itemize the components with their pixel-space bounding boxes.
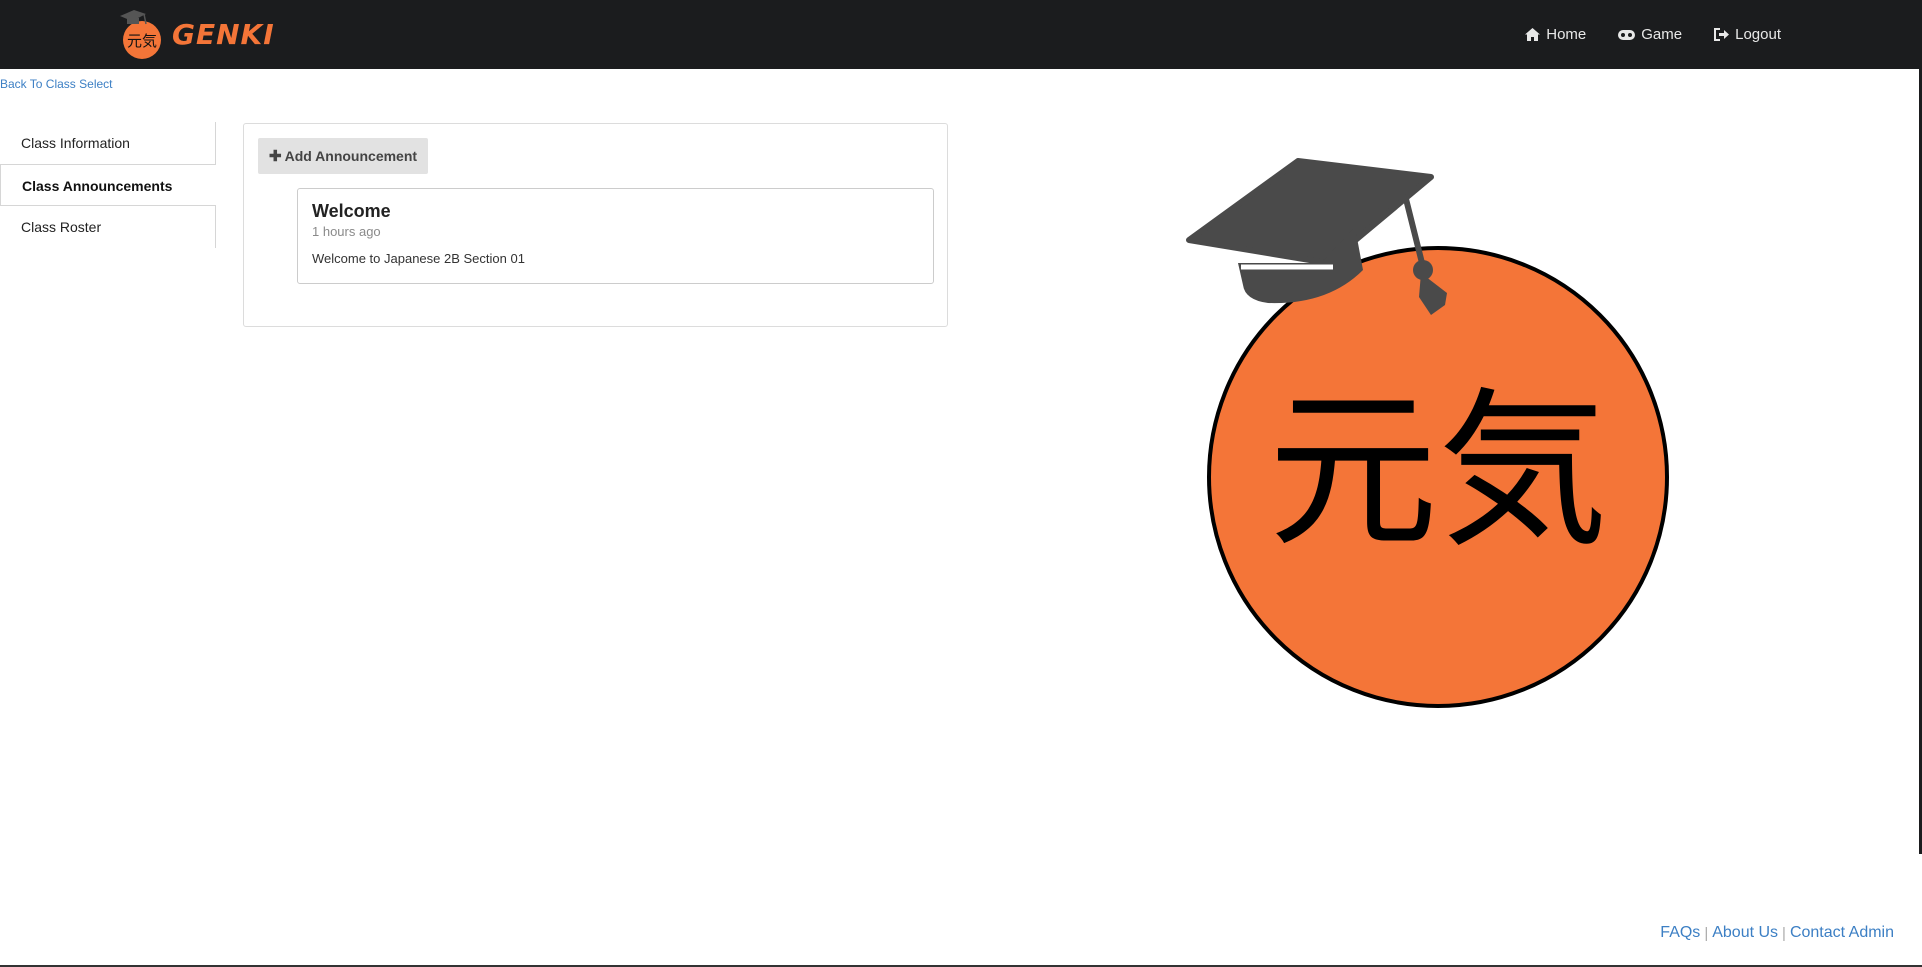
top-navbar: 元気 GENKI Home Game Logout — [0, 0, 1922, 69]
nav-game-link[interactable]: Game — [1618, 26, 1682, 43]
announcement-time: 1 hours ago — [312, 224, 381, 239]
add-announcement-label: Add Announcement — [284, 148, 418, 164]
announcement-title: Welcome — [312, 201, 391, 221]
nav-game-label: Game — [1641, 26, 1683, 43]
home-icon — [1525, 28, 1541, 41]
svg-text:元気: 元気 — [127, 32, 157, 50]
nav-home-link[interactable]: Home — [1525, 26, 1586, 43]
footer-links: FAQs | About Us | Contact Admin — [1660, 924, 1894, 942]
genki-large-logo: 元気 — [1183, 155, 1673, 715]
add-announcement-button[interactable]: ✚ Add Announcement — [258, 138, 429, 174]
footer-separator: | — [1704, 924, 1709, 942]
footer-separator: | — [1782, 924, 1786, 942]
about-us-link[interactable]: About Us — [1712, 924, 1778, 942]
faqs-link[interactable]: FAQs — [1660, 924, 1700, 942]
sidebar-item-class-roster[interactable]: Class Roster — [0, 206, 216, 248]
announcements-panel: ✚ Add Announcement Welcome 1 hours ago W… — [243, 123, 948, 327]
gamepad-icon — [1618, 29, 1636, 40]
genki-logo-icon: 元気 — [118, 8, 166, 60]
class-sidebar: Class Information Class Announcements Cl… — [0, 122, 216, 248]
announcement-body: Welcome to Japanese 2B Section 01 — [312, 251, 525, 266]
brand-link[interactable]: 元気 GENKI — [118, 8, 275, 60]
announcement-card: Welcome 1 hours ago Welcome to Japanese … — [297, 188, 934, 284]
nav-links: Home Game Logout — [1493, 0, 1781, 69]
sidebar-item-class-announcements[interactable]: Class Announcements — [0, 164, 216, 206]
nav-logout-label: Logout — [1735, 26, 1781, 43]
sidebar-item-class-information[interactable]: Class Information — [0, 122, 216, 164]
contact-admin-link[interactable]: Contact Admin — [1790, 924, 1894, 942]
brand-name: GENKI — [172, 17, 275, 51]
logo-kanji: 元気 — [1268, 373, 1608, 571]
nav-home-label: Home — [1546, 26, 1587, 43]
nav-logout-link[interactable]: Logout — [1714, 26, 1781, 43]
plus-icon: ✚ — [269, 148, 282, 165]
sign-out-icon — [1714, 28, 1730, 41]
back-to-class-select-link[interactable]: Back To Class Select — [0, 77, 113, 91]
